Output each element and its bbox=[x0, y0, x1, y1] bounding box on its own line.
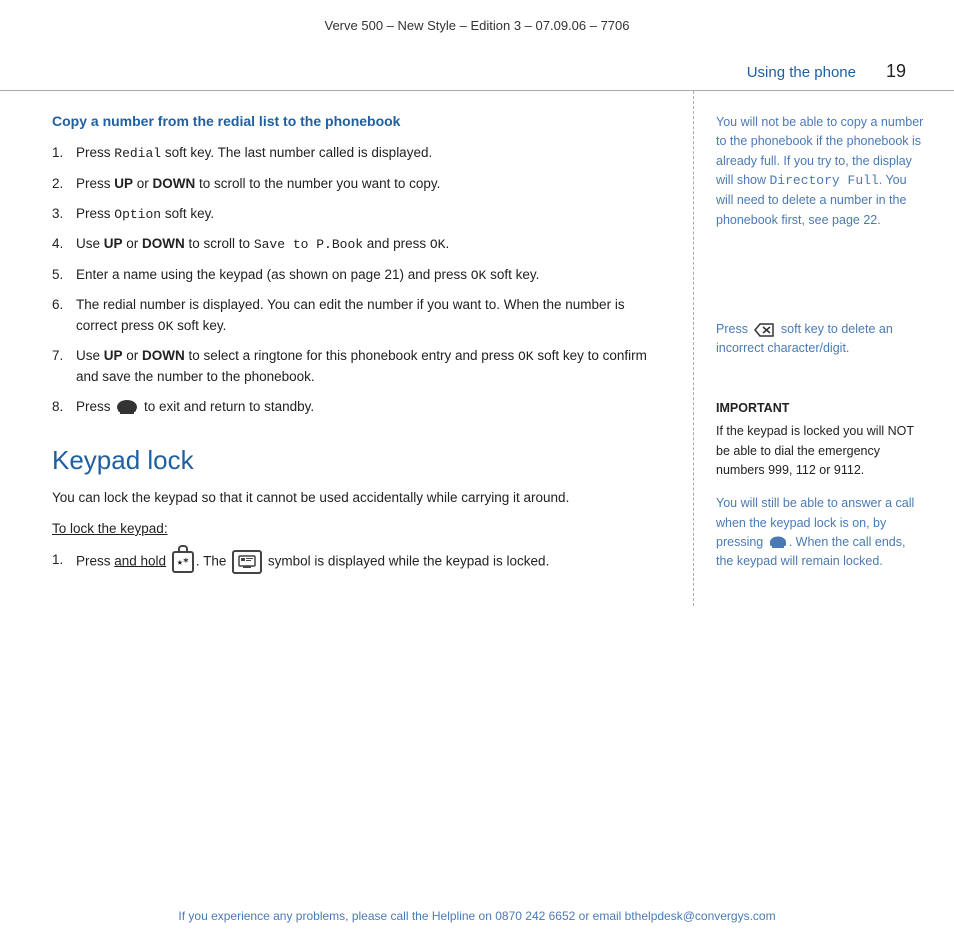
copy-steps-list: 1. Press Redial soft key. The last numbe… bbox=[52, 143, 665, 417]
keypad-lock-title: Keypad lock bbox=[52, 445, 665, 476]
end-call-icon bbox=[116, 399, 138, 415]
copy-section: Copy a number from the redial list to th… bbox=[52, 113, 665, 417]
footer-text: If you experience any problems, please c… bbox=[178, 909, 775, 923]
important-label: IMPORTANT bbox=[716, 399, 926, 418]
important-section: IMPORTANT If the keypad is locked you wi… bbox=[716, 399, 926, 572]
top-section: Using the phone 19 bbox=[0, 43, 954, 91]
step-3: 3. Press Option soft key. bbox=[52, 204, 665, 225]
step-1: 1. Press Redial soft key. The last numbe… bbox=[52, 143, 665, 164]
step-6: 6. The redial number is displayed. You c… bbox=[52, 295, 665, 336]
step-7: 7. Use UP or DOWN to select a ringtone f… bbox=[52, 346, 665, 387]
left-column: Copy a number from the redial list to th… bbox=[0, 91, 694, 606]
step-5: 5. Enter a name using the keypad (as sho… bbox=[52, 265, 665, 286]
copy-section-title: Copy a number from the redial list to th… bbox=[52, 113, 665, 129]
important-text: If the keypad is locked you will NOT be … bbox=[716, 422, 926, 480]
keypad-step-1: 1. Press and hold ★* . The bbox=[52, 550, 665, 574]
right-note-1: You will not be able to copy a number to… bbox=[716, 113, 926, 230]
right-column: You will not be able to copy a number to… bbox=[694, 91, 954, 606]
step-8: 8. Press to exit and return to standby. bbox=[52, 397, 665, 417]
main-content: Copy a number from the redial list to th… bbox=[0, 91, 954, 606]
step-4: 4. Use UP or DOWN to scroll to Save to P… bbox=[52, 234, 665, 255]
header-title: Verve 500 – New Style – Edition 3 – 07.0… bbox=[325, 18, 630, 33]
step-2: 2. Press UP or DOWN to scroll to the num… bbox=[52, 174, 665, 194]
keypad-lock-section: Keypad lock You can lock the keypad so t… bbox=[52, 445, 665, 574]
important-blue-note: You will still be able to answer a call … bbox=[716, 494, 926, 572]
keypad-lock-description: You can lock the keypad so that it canno… bbox=[52, 488, 665, 509]
backspace-icon bbox=[753, 322, 775, 338]
right-note-2: Press soft key to delete an incorrect ch… bbox=[716, 320, 926, 359]
lock-key-icon: ★* bbox=[172, 551, 194, 574]
phone-display-icon bbox=[232, 550, 262, 574]
end-call-icon-right bbox=[769, 536, 787, 550]
keypad-lock-steps: 1. Press and hold ★* . The bbox=[52, 550, 665, 574]
page-header: Verve 500 – New Style – Edition 3 – 07.0… bbox=[0, 0, 954, 43]
footer: If you experience any problems, please c… bbox=[0, 891, 954, 933]
page-number: 19 bbox=[886, 61, 906, 82]
section-label: Using the phone bbox=[747, 64, 856, 81]
to-lock-label: To lock the keypad: bbox=[52, 519, 665, 540]
right-note-2-container: Press soft key to delete an incorrect ch… bbox=[716, 320, 926, 359]
